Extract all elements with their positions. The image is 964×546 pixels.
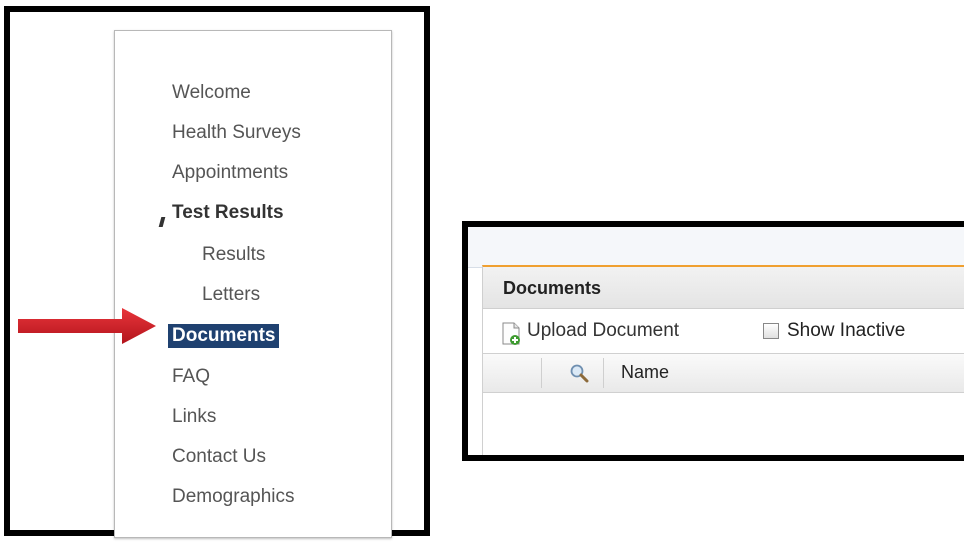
nav-item-test-results[interactable]: Test Results — [172, 201, 284, 225]
nav-item-links[interactable]: Links — [172, 405, 216, 429]
nav-item-documents[interactable]: Documents — [168, 324, 280, 348]
documents-toolbar: Upload Document Show Inactive — [482, 309, 964, 353]
nav-item-faq[interactable]: FAQ — [172, 365, 210, 389]
show-inactive-label: Show Inactive — [787, 320, 906, 341]
page-top-band — [468, 227, 964, 268]
nav-subitem-results[interactable]: Results — [202, 243, 265, 267]
nav-item-appointments[interactable]: Appointments — [172, 161, 288, 185]
column-header-name[interactable]: Name — [621, 362, 669, 383]
documents-panel-header: Documents — [482, 265, 964, 309]
nav-item-health-surveys[interactable]: Health Surveys — [172, 121, 301, 145]
expanded-bullet-icon — [158, 217, 166, 227]
documents-screenshot-frame: Documents Upload Document Show Inactive … — [462, 221, 964, 461]
panel-title: Documents — [503, 278, 602, 298]
document-add-icon[interactable] — [501, 322, 521, 346]
documents-grid-body — [482, 393, 964, 455]
nav-item-welcome[interactable]: Welcome — [172, 81, 251, 105]
navigation-screenshot-frame: Welcome Health Surveys Appointments Test… — [4, 6, 430, 538]
column-separator — [541, 358, 542, 388]
navigation-menu: Welcome Health Surveys Appointments Test… — [114, 30, 392, 538]
nav-subitem-letters[interactable]: Letters — [202, 283, 260, 307]
show-inactive-checkbox[interactable] — [763, 323, 779, 339]
arrow-right-icon — [18, 308, 156, 344]
magnifier-icon[interactable] — [569, 363, 589, 383]
documents-grid-header: Name — [482, 353, 964, 393]
upload-document-button[interactable]: Upload Document — [527, 320, 679, 342]
nav-item-contact-us[interactable]: Contact Us — [172, 445, 266, 469]
nav-item-demographics[interactable]: Demographics — [172, 485, 295, 509]
column-separator — [603, 358, 604, 388]
